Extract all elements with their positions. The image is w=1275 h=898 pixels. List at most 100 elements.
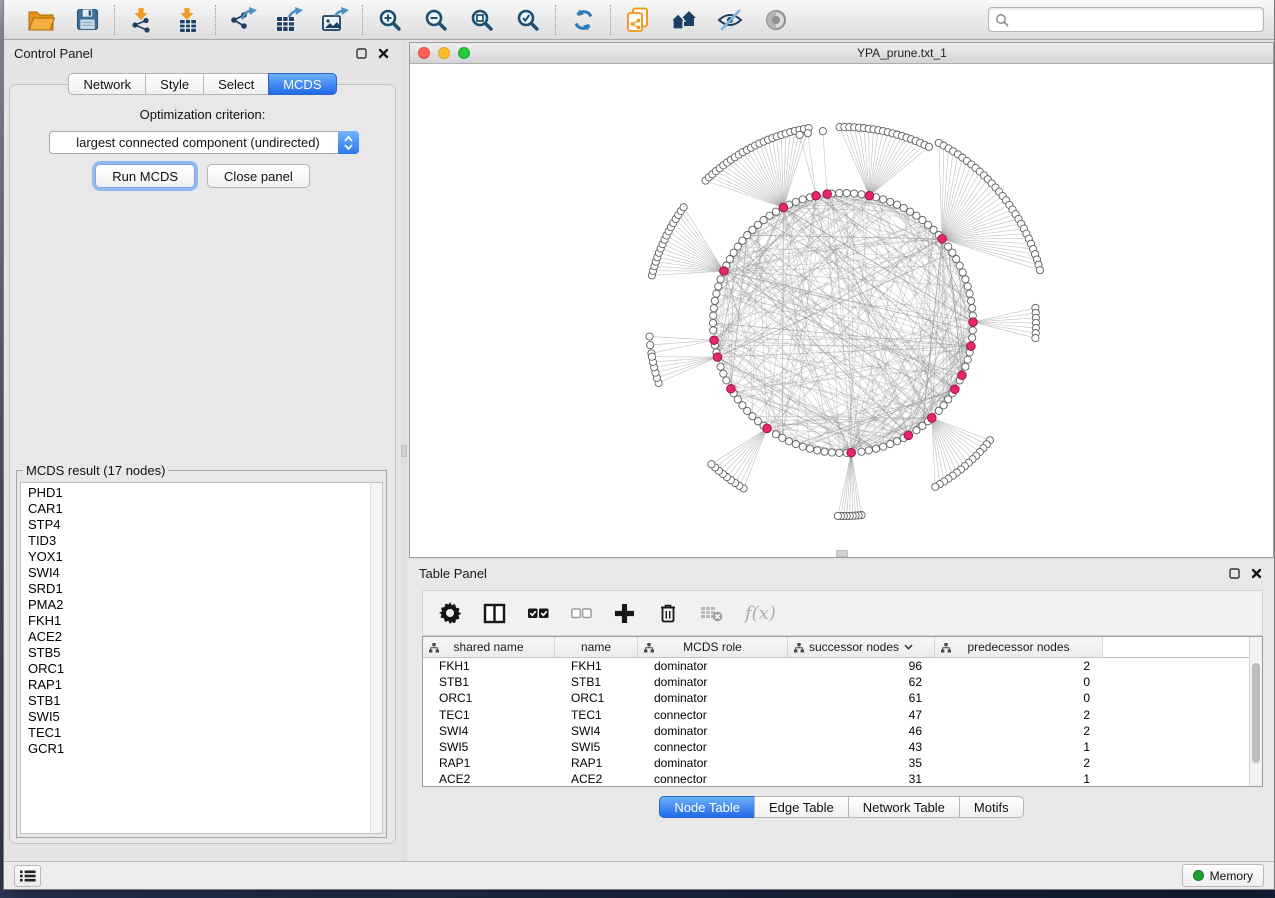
tab-mcds[interactable]: MCDS: [268, 73, 336, 95]
export-table-icon[interactable]: [275, 7, 303, 33]
table-row[interactable]: STB1STB1dominator620: [423, 674, 1249, 690]
mcds-result-item[interactable]: SRD1: [28, 581, 369, 597]
import-network-icon[interactable]: [128, 7, 156, 33]
table-row[interactable]: ORC1ORC1dominator610: [423, 690, 1249, 706]
cell-MCDS-role[interactable]: dominator: [638, 659, 788, 673]
task-history-button[interactable]: [14, 865, 41, 887]
cell-predecessor-nodes[interactable]: 2: [935, 724, 1103, 738]
tab-motifs[interactable]: Motifs: [959, 796, 1024, 818]
cell-predecessor-nodes[interactable]: 2: [935, 756, 1103, 770]
cell-predecessor-nodes[interactable]: 2: [935, 708, 1103, 722]
cell-successor-nodes[interactable]: 96: [788, 659, 935, 673]
table-scrollbar-thumb[interactable]: [1252, 663, 1260, 763]
refresh-layout-icon[interactable]: [569, 7, 597, 33]
deselect-all-icon[interactable]: [571, 599, 592, 627]
cell-MCDS-role[interactable]: dominator: [638, 691, 788, 705]
mcds-result-item[interactable]: ACE2: [28, 629, 369, 645]
export-image-icon[interactable]: [321, 7, 349, 33]
cell-successor-nodes[interactable]: 62: [788, 675, 935, 689]
export-network-icon[interactable]: [229, 7, 257, 33]
cell-shared-name[interactable]: FKH1: [423, 659, 555, 673]
mcds-result-item[interactable]: STB5: [28, 645, 369, 661]
close-table-panel-icon[interactable]: [1248, 566, 1264, 580]
mcds-result-item[interactable]: TEC1: [28, 725, 369, 741]
cell-name[interactable]: ORC1: [555, 691, 638, 705]
mcds-result-item[interactable]: STP4: [28, 517, 369, 533]
select-all-icon[interactable]: [528, 599, 549, 627]
cell-name[interactable]: TEC1: [555, 708, 638, 722]
mcds-result-item[interactable]: PMA2: [28, 597, 369, 613]
table-row[interactable]: ACE2ACE2connector311: [423, 771, 1249, 786]
cell-predecessor-nodes[interactable]: 2: [935, 659, 1103, 673]
cell-shared-name[interactable]: ACE2: [423, 772, 555, 786]
mcds-result-item[interactable]: SWI4: [28, 565, 369, 581]
column-header-successor-nodes[interactable]: successor nodes: [788, 637, 935, 657]
zoom-selected-icon[interactable]: [514, 7, 542, 33]
cell-shared-name[interactable]: ORC1: [423, 691, 555, 705]
result-list-scrollbar[interactable]: [370, 483, 382, 833]
minimize-window-icon[interactable]: [438, 47, 450, 59]
cell-MCDS-role[interactable]: dominator: [638, 675, 788, 689]
cell-MCDS-role[interactable]: connector: [638, 772, 788, 786]
add-column-icon[interactable]: [614, 599, 635, 627]
tab-network-table[interactable]: Network Table: [848, 796, 960, 818]
cell-predecessor-nodes[interactable]: 1: [935, 772, 1103, 786]
cell-successor-nodes[interactable]: 35: [788, 756, 935, 770]
cell-successor-nodes[interactable]: 61: [788, 691, 935, 705]
mcds-result-item[interactable]: PHD1: [28, 485, 369, 501]
memory-button[interactable]: Memory: [1182, 864, 1264, 887]
cell-predecessor-nodes[interactable]: 0: [935, 691, 1103, 705]
show-hidden-icon[interactable]: [762, 7, 790, 33]
delete-column-icon[interactable]: [657, 599, 679, 627]
float-table-panel-icon[interactable]: [1226, 566, 1242, 580]
cell-successor-nodes[interactable]: 31: [788, 772, 935, 786]
cell-successor-nodes[interactable]: 46: [788, 724, 935, 738]
network-graph[interactable]: [410, 64, 1273, 557]
table-settings-icon[interactable]: [439, 599, 461, 627]
cell-predecessor-nodes[interactable]: 0: [935, 675, 1103, 689]
table-row[interactable]: FKH1FKH1dominator962: [423, 658, 1249, 674]
cell-name[interactable]: FKH1: [555, 659, 638, 673]
cell-MCDS-role[interactable]: dominator: [638, 724, 788, 738]
column-header-name[interactable]: name: [555, 637, 638, 657]
cell-shared-name[interactable]: SWI5: [423, 740, 555, 754]
cell-MCDS-role[interactable]: connector: [638, 708, 788, 722]
mcds-result-item[interactable]: RAP1: [28, 677, 369, 693]
float-panel-icon[interactable]: [353, 46, 369, 60]
table-row[interactable]: SWI4SWI4dominator462: [423, 723, 1249, 739]
mcds-result-item[interactable]: SWI5: [28, 709, 369, 725]
mcds-result-item[interactable]: FKH1: [28, 613, 369, 629]
cell-shared-name[interactable]: STB1: [423, 675, 555, 689]
mcds-result-item[interactable]: GCR1: [28, 741, 369, 757]
import-table-icon[interactable]: [174, 7, 202, 33]
cell-name[interactable]: ACE2: [555, 772, 638, 786]
tab-style[interactable]: Style: [145, 73, 204, 95]
column-header-predecessor-nodes[interactable]: predecessor nodes: [935, 637, 1103, 657]
cell-predecessor-nodes[interactable]: 1: [935, 740, 1103, 754]
network-canvas[interactable]: [410, 64, 1273, 557]
zoom-in-icon[interactable]: [376, 7, 404, 33]
table-row[interactable]: SWI5SWI5connector431: [423, 739, 1249, 755]
mcds-result-item[interactable]: STB1: [28, 693, 369, 709]
tab-select[interactable]: Select: [203, 73, 269, 95]
close-window-icon[interactable]: [418, 47, 430, 59]
cell-shared-name[interactable]: TEC1: [423, 708, 555, 722]
zoom-fit-icon[interactable]: [468, 7, 496, 33]
table-scrollbar[interactable]: [1249, 637, 1262, 786]
mcds-result-item[interactable]: TID3: [28, 533, 369, 549]
mcds-result-item[interactable]: ORC1: [28, 661, 369, 677]
close-panel-icon[interactable]: [375, 46, 391, 60]
search-input[interactable]: [1013, 13, 1257, 27]
cell-successor-nodes[interactable]: 47: [788, 708, 935, 722]
tab-network[interactable]: Network: [68, 73, 146, 95]
cell-shared-name[interactable]: SWI4: [423, 724, 555, 738]
horizontal-splitter-handle[interactable]: [836, 550, 848, 557]
table-row[interactable]: RAP1RAP1dominator352: [423, 755, 1249, 771]
open-folder-icon[interactable]: [27, 7, 55, 33]
criterion-select[interactable]: largest connected component (undirected): [49, 131, 359, 154]
column-header-MCDS-role[interactable]: MCDS role: [638, 637, 788, 657]
show-columns-icon[interactable]: [483, 599, 506, 627]
cell-MCDS-role[interactable]: dominator: [638, 756, 788, 770]
column-header-shared-name[interactable]: shared name: [423, 637, 555, 657]
cell-name[interactable]: SWI4: [555, 724, 638, 738]
